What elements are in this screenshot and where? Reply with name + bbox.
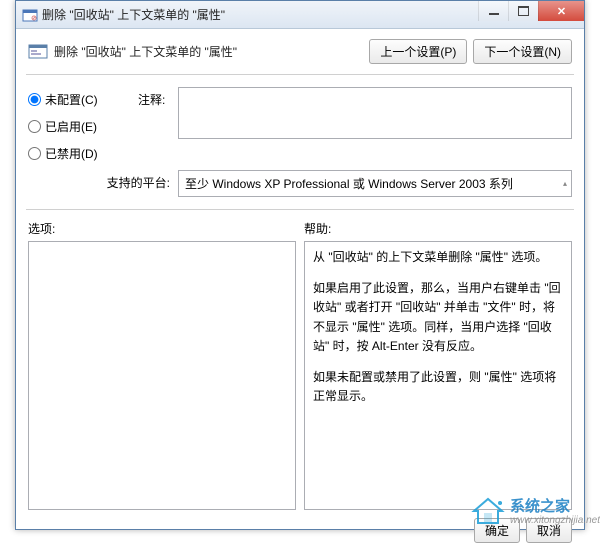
radio-disabled-input[interactable]: [28, 147, 41, 160]
options-column: 选项:: [28, 220, 296, 510]
ok-button[interactable]: 确定: [474, 518, 520, 543]
next-setting-button[interactable]: 下一个设置(N): [473, 39, 572, 64]
options-box[interactable]: [28, 241, 296, 510]
help-paragraph: 从 "回收站" 的上下文菜单删除 "属性" 选项。: [313, 248, 563, 267]
maximize-button[interactable]: [508, 1, 538, 21]
radio-not-configured-input[interactable]: [28, 93, 41, 106]
nav-buttons: 上一个设置(P) 下一个设置(N): [369, 39, 572, 64]
radio-not-configured-label[interactable]: 未配置(C): [45, 91, 98, 108]
radio-disabled-label[interactable]: 已禁用(D): [45, 145, 98, 162]
footer: 确定 取消: [16, 510, 584, 551]
cancel-button[interactable]: 取消: [526, 518, 572, 543]
help-box[interactable]: 从 "回收站" 的上下文菜单删除 "属性" 选项。 如果启用了此设置，那么，当用…: [304, 241, 572, 510]
radio-enabled-label[interactable]: 已启用(E): [45, 118, 97, 135]
help-column: 帮助: 从 "回收站" 的上下文菜单删除 "属性" 选项。 如果启用了此设置，那…: [304, 220, 572, 510]
platform-label: 支持的平台:: [28, 170, 178, 197]
minimize-button[interactable]: [478, 1, 508, 21]
options-label: 选项:: [28, 220, 296, 237]
policy-title: 删除 "回收站" 上下文菜单的 "属性": [54, 39, 369, 60]
titlebar[interactable]: 删除 "回收站" 上下文菜单的 "属性": [16, 1, 584, 29]
config-row: 未配置(C) 已启用(E) 已禁用(D) 注释:: [16, 79, 584, 166]
prev-setting-button[interactable]: 上一个设置(P): [369, 39, 467, 64]
platform-row: 支持的平台: 至少 Windows XP Professional 或 Wind…: [16, 166, 584, 205]
lower-panel: 选项: 帮助: 从 "回收站" 的上下文菜单删除 "属性" 选项。 如果启用了此…: [16, 214, 584, 510]
radio-enabled[interactable]: 已启用(E): [28, 118, 138, 135]
window-controls: [478, 1, 584, 21]
dialog-window: 删除 "回收站" 上下文菜单的 "属性" 删除 "回收站" 上下文菜单的 "属性…: [15, 0, 585, 530]
comment-section: 注释:: [138, 87, 572, 162]
platform-value: 至少 Windows XP Professional 或 Windows Ser…: [185, 177, 513, 191]
divider: [26, 74, 574, 75]
help-paragraph: 如果启用了此设置，那么，当用户右键单击 "回收站" 或者打开 "回收站" 并单击…: [313, 279, 563, 356]
radio-disabled[interactable]: 已禁用(D): [28, 145, 138, 162]
header-panel: 删除 "回收站" 上下文菜单的 "属性" 上一个设置(P) 下一个设置(N): [16, 29, 584, 70]
close-button[interactable]: [538, 1, 584, 21]
comment-label: 注释:: [138, 87, 178, 162]
help-paragraph: 如果未配置或禁用了此设置，则 "属性" 选项将正常显示。: [313, 368, 563, 406]
comment-input[interactable]: [178, 87, 572, 139]
radio-enabled-input[interactable]: [28, 120, 41, 133]
scroll-up-icon[interactable]: [561, 180, 569, 188]
titlebar-text: 删除 "回收站" 上下文菜单的 "属性": [42, 6, 225, 23]
state-radio-group: 未配置(C) 已启用(E) 已禁用(D): [28, 87, 138, 162]
radio-not-configured[interactable]: 未配置(C): [28, 91, 138, 108]
help-label: 帮助:: [304, 220, 572, 237]
policy-icon: [28, 41, 48, 61]
titlebar-icon: [22, 7, 38, 23]
platform-value-box: 至少 Windows XP Professional 或 Windows Ser…: [178, 170, 572, 197]
divider-2: [26, 209, 574, 210]
